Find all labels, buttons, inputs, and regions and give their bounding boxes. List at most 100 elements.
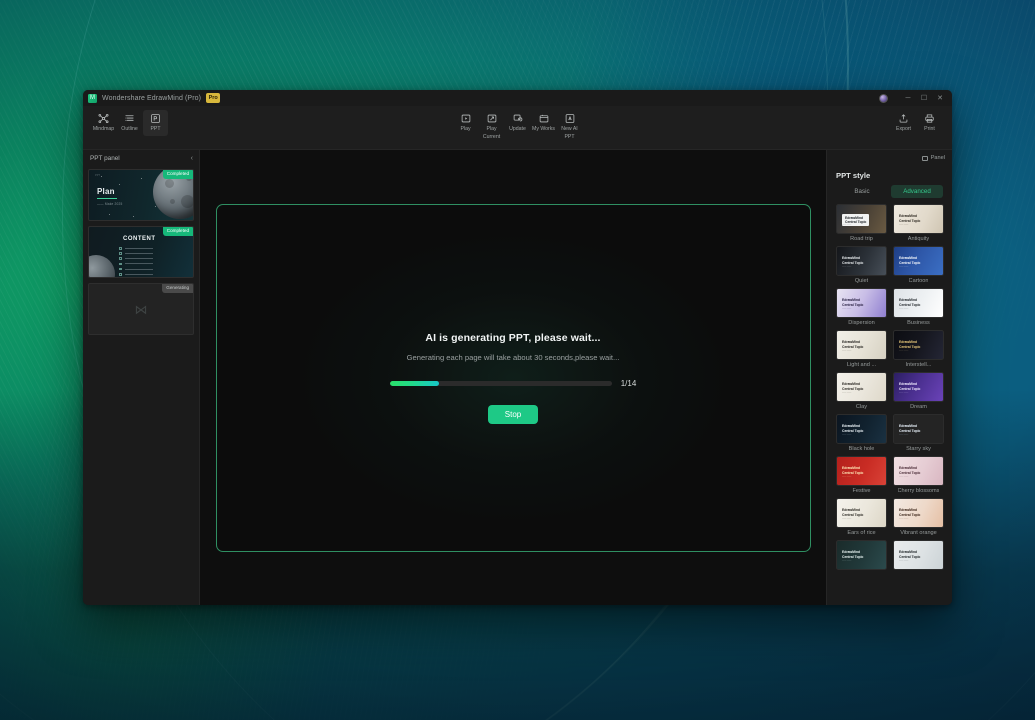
style-option[interactable]: EdrawMind Central Topic —— —— Vibrant oran… xyxy=(893,498,944,536)
panel-toggle-button[interactable]: Panel xyxy=(922,155,945,161)
style-thumbnail[interactable]: EdrawMind Central Topic —— —— xyxy=(836,330,887,360)
maximize-button[interactable]: ☐ xyxy=(916,91,932,105)
style-thumbnail[interactable]: EdrawMind Central Topic —— —— xyxy=(893,246,944,276)
toolbar-item-play-current[interactable]: Play Current xyxy=(479,110,504,143)
toolbar-item-mindmap[interactable]: Mindmap xyxy=(91,110,116,136)
progress-bar-fill xyxy=(389,380,439,386)
style-option[interactable]: EdrawMind Central Topic —— —— Road trip xyxy=(836,204,887,242)
style-thumbnail[interactable]: EdrawMind Central Topic —— —— xyxy=(893,456,944,486)
style-thumbnail[interactable]: EdrawMind Central Topic —— —— xyxy=(893,414,944,444)
style-option[interactable]: EdrawMind Central Topic —— —— Light and ..… xyxy=(836,330,887,368)
style-name-label: Antiquity xyxy=(907,236,930,242)
style-thumbnail[interactable]: EdrawMind Central Topic —— —— xyxy=(836,498,887,528)
style-thumbnail-topic: EdrawMind Central Topic xyxy=(842,298,864,307)
style-thumbnail[interactable]: EdrawMind Central Topic —— —— xyxy=(836,246,887,276)
minimize-button[interactable]: ─ xyxy=(900,91,916,105)
style-name-label: Vibrant orange xyxy=(900,530,937,536)
tab-basic[interactable]: Basic xyxy=(836,185,888,198)
style-thumbnail-topic: EdrawMind Central Topic xyxy=(842,550,864,559)
style-option[interactable]: EdrawMind Central Topic —— —— Interstell..… xyxy=(893,330,944,368)
application-window: M Wondershare EdrawMind (Pro) Pro ─ ☐ ✕ xyxy=(83,90,952,605)
toolbar-item-outline[interactable]: Outline xyxy=(117,110,142,136)
style-name-label: Black hole xyxy=(848,446,875,452)
toolbar-item-print[interactable]: Print xyxy=(917,110,942,136)
toolbar-item-export[interactable]: Export xyxy=(891,110,916,136)
style-thumbnail-topic: EdrawMind Central Topic xyxy=(899,466,921,475)
slide-2-heading: CONTENT xyxy=(123,236,156,242)
style-thumbnail[interactable]: EdrawMind Central Topic —— —— xyxy=(893,498,944,528)
toolbar-label-my-works: My Works xyxy=(532,126,555,132)
style-thumbnail[interactable]: EdrawMind Central Topic —— —— xyxy=(836,372,887,402)
style-option[interactable]: EdrawMind Central Topic —— —— Clay xyxy=(836,372,887,410)
slide-thumbnail-2[interactable]: CONTENT Completed xyxy=(88,226,194,278)
style-option[interactable]: EdrawMind Central Topic —— —— Festive xyxy=(836,456,887,494)
generation-status-panel: AI is generating PPT, please wait... Gen… xyxy=(217,205,810,551)
toolbar-item-ppt[interactable]: PPT xyxy=(143,110,168,136)
style-option[interactable]: EdrawMind Central Topic —— —— Business xyxy=(893,288,944,326)
slide-2-bullet-rows xyxy=(119,247,153,277)
play-current-icon xyxy=(486,113,497,124)
print-icon xyxy=(924,113,935,124)
my-works-icon xyxy=(538,113,549,124)
style-thumbnail[interactable]: EdrawMind Central Topic —— —— xyxy=(836,204,887,234)
style-thumbnail[interactable]: EdrawMind Central Topic —— —— xyxy=(893,204,944,234)
style-option[interactable]: EdrawMind Central Topic —— —— Ears of rice xyxy=(836,498,887,536)
style-thumbnail-topic: EdrawMind Central Topic xyxy=(842,424,864,433)
close-button[interactable]: ✕ xyxy=(932,91,948,105)
style-thumbnail-desc: —— —— xyxy=(842,434,852,436)
style-name-label: Cartoon xyxy=(908,278,929,284)
new-ai-ppt-icon xyxy=(564,113,575,124)
toolbar-label-play: Play xyxy=(460,126,471,132)
stop-button[interactable]: Stop xyxy=(488,404,538,424)
style-option[interactable]: EdrawMind Central Topic —— —— xyxy=(836,540,887,572)
style-option[interactable]: EdrawMind Central Topic —— —— Cartoon xyxy=(893,246,944,284)
style-option[interactable]: EdrawMind Central Topic —— —— Cherry bloss… xyxy=(893,456,944,494)
style-thumbnail[interactable]: EdrawMind Central Topic —— —— xyxy=(893,372,944,402)
toolbar-label-new-ai-ppt: New AI PPT xyxy=(561,126,578,140)
toolbar-item-new-ai-ppt[interactable]: New AI PPT xyxy=(557,110,582,143)
slide-thumbnail-1[interactable]: PPT Plan —— Make 2025 Completed xyxy=(88,169,194,221)
ppt-icon xyxy=(150,113,161,124)
style-option[interactable]: EdrawMind Central Topic —— —— Dream xyxy=(893,372,944,410)
style-thumbnail-grid: EdrawMind Central Topic —— —— Road trip Edr… xyxy=(827,204,952,605)
style-thumbnail-desc: —— —— xyxy=(899,560,909,562)
window-title: Wondershare EdrawMind (Pro) xyxy=(102,94,202,102)
style-thumbnail-desc: —— —— xyxy=(842,350,852,352)
style-option[interactable]: EdrawMind Central Topic —— —— Dispersion xyxy=(836,288,887,326)
collapse-panel-icon[interactable]: ‹ xyxy=(191,155,193,162)
main-toolbar: Mindmap Outline PPT Play Play Current Up… xyxy=(83,106,952,150)
style-name-label: Dispersion xyxy=(848,320,875,326)
window-controls: ─ ☐ ✕ xyxy=(900,91,948,105)
panel-icon xyxy=(922,155,929,161)
style-option[interactable]: EdrawMind Central Topic —— —— Black hole xyxy=(836,414,887,452)
generation-progress-row: 1/14 xyxy=(389,379,636,388)
slide-1-corner-mark: PPT xyxy=(95,174,101,177)
style-thumbnail[interactable]: EdrawMind Central Topic —— —— xyxy=(893,540,944,570)
style-thumbnail-topic: EdrawMind Central Topic xyxy=(899,256,921,265)
style-thumbnail[interactable]: EdrawMind Central Topic —— —— xyxy=(836,288,887,318)
style-thumbnail[interactable]: EdrawMind Central Topic —— —— xyxy=(836,414,887,444)
panel-toggle-label: Panel xyxy=(930,155,945,161)
style-option[interactable]: EdrawMind Central Topic —— —— Quiet xyxy=(836,246,887,284)
style-option[interactable]: EdrawMind Central Topic —— —— xyxy=(893,540,944,572)
style-thumbnail-topic: EdrawMind Central Topic xyxy=(899,382,921,391)
style-thumbnail[interactable]: EdrawMind Central Topic —— —— xyxy=(893,330,944,360)
user-avatar[interactable] xyxy=(879,93,888,103)
style-thumbnail-topic: EdrawMind Central Topic xyxy=(842,508,864,517)
style-thumbnail-topic: EdrawMind Central Topic xyxy=(899,508,921,517)
tab-advanced[interactable]: Advanced xyxy=(891,185,943,198)
toolbar-item-update[interactable]: Update xyxy=(505,110,530,143)
style-option[interactable]: EdrawMind Central Topic —— —— Starry sky xyxy=(893,414,944,452)
style-option[interactable]: EdrawMind Central Topic —— —— Antiquity xyxy=(893,204,944,242)
style-thumbnail-desc: —— —— xyxy=(899,266,909,268)
slide-thumbnail-3[interactable]: ⋈ Generating xyxy=(88,283,194,335)
style-thumbnail[interactable]: EdrawMind Central Topic —— —— xyxy=(836,456,887,486)
style-thumbnail-desc: —— —— xyxy=(899,224,909,226)
style-thumbnail-desc: —— —— xyxy=(842,224,852,226)
style-thumbnail[interactable]: EdrawMind Central Topic —— —— xyxy=(836,540,887,570)
toolbar-item-play[interactable]: Play xyxy=(453,110,478,143)
slide-3-status-badge: Generating xyxy=(162,284,193,293)
style-thumbnail-topic: EdrawMind Central Topic xyxy=(899,340,921,349)
style-thumbnail[interactable]: EdrawMind Central Topic —— —— xyxy=(893,288,944,318)
toolbar-item-my-works[interactable]: My Works xyxy=(531,110,556,143)
